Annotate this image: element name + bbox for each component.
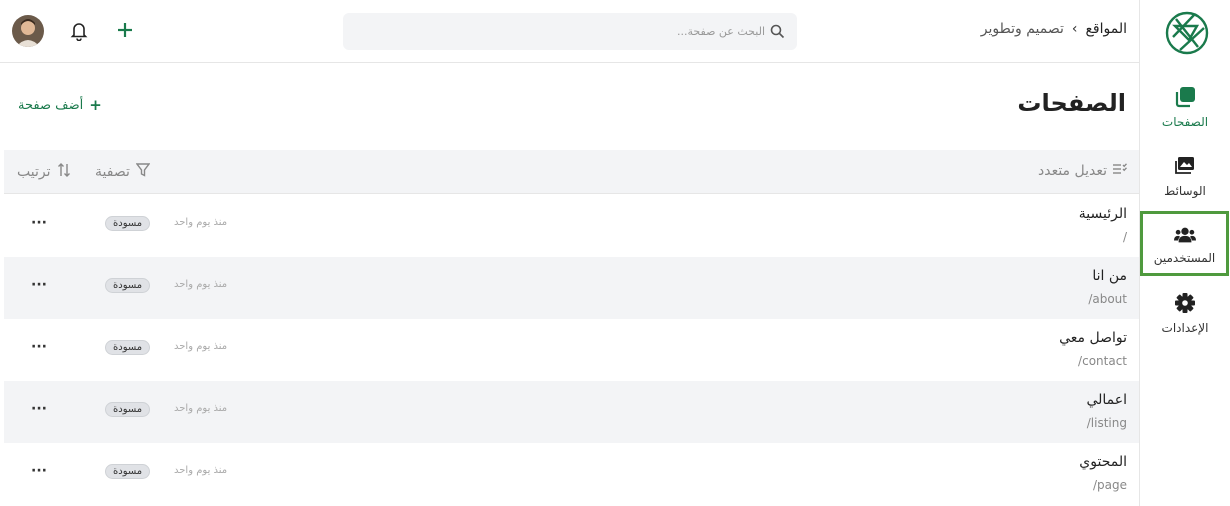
add-page-button[interactable]: + أضف صفحة	[18, 96, 102, 114]
sidebar-item-label: الصفحات	[1161, 115, 1209, 129]
users-icon	[1173, 224, 1196, 246]
search-icon	[770, 24, 785, 39]
status-badge: مسودة	[105, 464, 151, 479]
page-name[interactable]: تواصل معي	[1059, 330, 1127, 346]
page-updated-time: منذ يوم واحد	[174, 465, 228, 476]
breadcrumb: المواقع › تصميم وتطوير	[981, 21, 1127, 37]
status-badge: مسودة	[105, 340, 151, 355]
sidebar: الصفحات الوسائط المستخدمين الإعدادات	[1139, 0, 1230, 506]
table-toolbar: تعديل متعدد تصفية ترتيب	[4, 150, 1139, 194]
filter-label: تصفية	[95, 164, 130, 180]
table-row[interactable]: المحتوي /page منذ يوم واحد مسودة ···	[4, 443, 1139, 505]
page-name[interactable]: الرئيسية	[1079, 206, 1127, 222]
plus-icon: +	[89, 96, 102, 114]
media-icon	[1174, 155, 1196, 177]
page-path: /page	[1092, 478, 1127, 492]
sort-button[interactable]: ترتيب	[17, 163, 71, 181]
more-options-icon[interactable]: ···	[31, 215, 47, 231]
top-header: المواقع › تصميم وتطوير	[0, 0, 1139, 63]
status-badge: مسودة	[105, 216, 151, 231]
checklist-icon	[1113, 163, 1128, 179]
sidebar-item-label: المستخدمين	[1153, 251, 1216, 265]
table-row[interactable]: من انا /about منذ يوم واحد مسودة ···	[4, 257, 1139, 319]
search-input[interactable]	[465, 13, 765, 50]
add-icon[interactable]	[117, 22, 133, 38]
page-updated-time: منذ يوم واحد	[174, 341, 228, 352]
table-row[interactable]: الرئيسية / منذ يوم واحد مسودة ···	[4, 195, 1139, 257]
more-options-icon[interactable]: ···	[31, 401, 47, 417]
page-path: /contact	[1078, 354, 1127, 368]
table-row[interactable]: اعمالي /listing منذ يوم واحد مسودة ···	[4, 381, 1139, 443]
search-bar[interactable]	[343, 13, 797, 50]
more-options-icon[interactable]: ···	[31, 463, 47, 479]
settings-icon	[1174, 292, 1196, 314]
status-badge: مسودة	[105, 402, 151, 417]
page-name[interactable]: اعمالي	[1086, 392, 1127, 408]
sort-icon	[57, 163, 71, 181]
page-updated-time: منذ يوم واحد	[174, 217, 228, 228]
more-options-icon[interactable]: ···	[31, 277, 47, 293]
status-badge: مسودة	[105, 278, 151, 293]
breadcrumb-separator-icon: ›	[1071, 21, 1078, 37]
page-path: /about	[1088, 292, 1127, 306]
sidebar-item-pages[interactable]: الصفحات	[1140, 86, 1230, 132]
page-updated-time: منذ يوم واحد	[174, 403, 228, 414]
app-logo[interactable]	[1164, 10, 1210, 56]
breadcrumb-current[interactable]: تصميم وتطوير	[981, 21, 1064, 37]
page-title: الصفحات	[1017, 89, 1126, 117]
filter-button[interactable]: تصفية	[95, 163, 151, 181]
sort-label: ترتيب	[17, 164, 51, 180]
page-updated-time: منذ يوم واحد	[174, 279, 228, 290]
page-name[interactable]: المحتوي	[1079, 454, 1127, 470]
filter-icon	[135, 163, 151, 181]
bulk-edit-button[interactable]: تعديل متعدد	[1037, 163, 1128, 179]
table-row[interactable]: تواصل معي /contact منذ يوم واحد مسودة ··…	[4, 319, 1139, 381]
bulk-edit-label: تعديل متعدد	[1037, 163, 1107, 179]
sidebar-item-label: الإعدادات	[1161, 321, 1209, 335]
sidebar-item-users[interactable]: المستخدمين	[1140, 211, 1229, 276]
page-name[interactable]: من انا	[1092, 268, 1127, 284]
pages-icon	[1174, 86, 1196, 108]
add-page-label: أضف صفحة	[18, 97, 84, 113]
notifications-bell-icon[interactable]	[70, 21, 88, 42]
sidebar-item-label: الوسائط	[1164, 184, 1206, 198]
pages-list: الرئيسية / منذ يوم واحد مسودة ··· من انا…	[4, 195, 1139, 505]
sidebar-item-settings[interactable]: الإعدادات	[1140, 292, 1230, 338]
avatar[interactable]	[12, 15, 44, 47]
page-path: /	[1122, 230, 1127, 244]
sidebar-item-media[interactable]: الوسائط	[1140, 155, 1230, 201]
breadcrumb-sites[interactable]: المواقع	[1085, 21, 1127, 37]
page-path: /listing	[1086, 416, 1127, 430]
more-options-icon[interactable]: ···	[31, 339, 47, 355]
